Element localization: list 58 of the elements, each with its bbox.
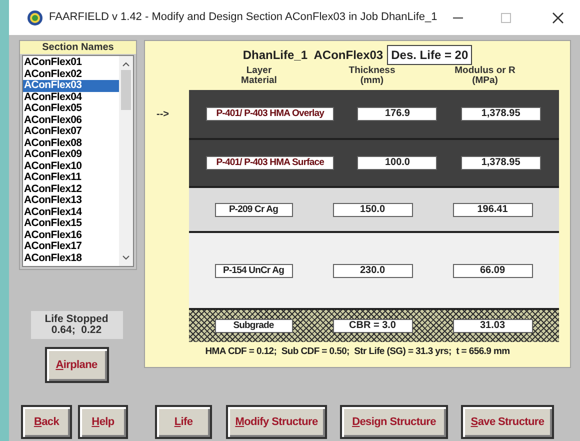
section-list-item[interactable]: AConFlex15	[23, 218, 119, 230]
scrollbar-thumb[interactable]	[121, 70, 131, 110]
command-button[interactable]: Life	[155, 405, 212, 439]
command-button[interactable]: Airplane	[44, 347, 108, 383]
section-list-item[interactable]: AConFlex17	[23, 241, 119, 252]
section-list-item[interactable]: AConFlex01	[23, 57, 119, 68]
section-list-item[interactable]: AConFlex13	[23, 195, 119, 206]
close-icon[interactable]	[552, 12, 564, 24]
modulus-field[interactable]: 1,378.95	[460, 107, 541, 121]
scrollbar[interactable]	[119, 56, 133, 266]
section-list-item[interactable]: AConFlex06	[23, 114, 119, 126]
modulus-field[interactable]: 66.09	[452, 264, 532, 278]
column-header: Layer Material	[240, 66, 278, 86]
section-list-item[interactable]: AConFlex18	[23, 252, 119, 264]
column-header: Modulus or R (MPa)	[454, 66, 516, 86]
life-stopped-value: 0.64; 0.22	[51, 325, 102, 336]
section-list-item[interactable]: AConFlex07	[23, 126, 119, 138]
material-field[interactable]: P-401/ P-403 HMA Surface	[206, 156, 334, 170]
column-header: Thickness (mm)	[348, 66, 396, 86]
scroll-up-icon[interactable]	[122, 60, 130, 68]
section-names-header: Section Names	[20, 41, 136, 54]
window-title: FAARFIELD v 1.42 - Modify and Design Section AConFlex03 in Job DhanLife_1	[49, 10, 438, 26]
design-life-field[interactable]: Des. Life = 20	[387, 45, 472, 65]
section-list-item[interactable]: AConFlex03	[23, 80, 119, 92]
modulus-field[interactable]: 1,378.95	[460, 156, 541, 170]
modulus-field[interactable]: 196.41	[452, 202, 532, 216]
section-list-item[interactable]: AConFlex08	[23, 138, 119, 149]
command-button[interactable]: Back	[21, 405, 72, 439]
section-list-item[interactable]: AConFlex16	[23, 230, 119, 241]
material-field[interactable]: P-209 Cr Ag	[214, 202, 292, 216]
thickness-field[interactable]: 100.0	[357, 156, 438, 170]
section-list[interactable]: AConFlex01 AConFlex02 AConFlex03 AConFlex04 AConFlex05 AConFlex06 AConFlex07 AConFlex08 AConFlex09 AConFlex10 AConFlex11 AConFlex12 AConFlex13 AConFlex14 AConFlex15 AConFlex16 AConFlex17 AConFlex18	[22, 55, 134, 267]
material-field[interactable]: P-401/ P-403 HMA Overlay	[206, 107, 334, 121]
section-list-item[interactable]: AConFlex10	[23, 160, 119, 172]
current-layer-pointer: -->	[156, 108, 169, 120]
scroll-down-icon[interactable]	[122, 254, 130, 262]
section-list-item[interactable]: AConFlex14	[23, 206, 119, 218]
section-list-item[interactable]: AConFlex05	[23, 103, 119, 114]
section-list-item[interactable]: AConFlex12	[23, 184, 119, 195]
command-button[interactable]: Save Structure	[461, 405, 554, 439]
job-section-title: DhanLife_1 AConFlex03	[242, 47, 384, 64]
section-list-item[interactable]: AConFlex09	[23, 149, 119, 160]
life-stopped-label: Life Stopped	[44, 314, 108, 325]
thickness-field[interactable]: CBR = 3.0	[332, 319, 412, 333]
material-field[interactable]: P-154 UnCr Ag	[214, 264, 292, 278]
command-button[interactable]: Help	[78, 405, 128, 439]
section-list-item[interactable]: AConFlex02	[23, 68, 119, 80]
command-button[interactable]: Modify Structure	[226, 405, 327, 439]
section-list-item[interactable]: AConFlex04	[23, 92, 119, 103]
summary-text: HMA CDF = 0.12; Sub CDF = 0.50; Str Life (SG) = 31.3 yrs; t = 656.9 mm	[205, 345, 510, 359]
thickness-field[interactable]: 150.0	[332, 202, 412, 216]
command-button[interactable]: Design Structure	[340, 405, 448, 439]
app-logo-icon	[27, 10, 43, 26]
thickness-field[interactable]: 176.9	[357, 107, 438, 121]
section-list-item[interactable]: AConFlex11	[23, 172, 119, 184]
material-field[interactable]: Subgrade	[214, 319, 292, 333]
thickness-field[interactable]: 230.0	[332, 264, 412, 278]
modulus-field[interactable]: 31.03	[452, 319, 532, 333]
